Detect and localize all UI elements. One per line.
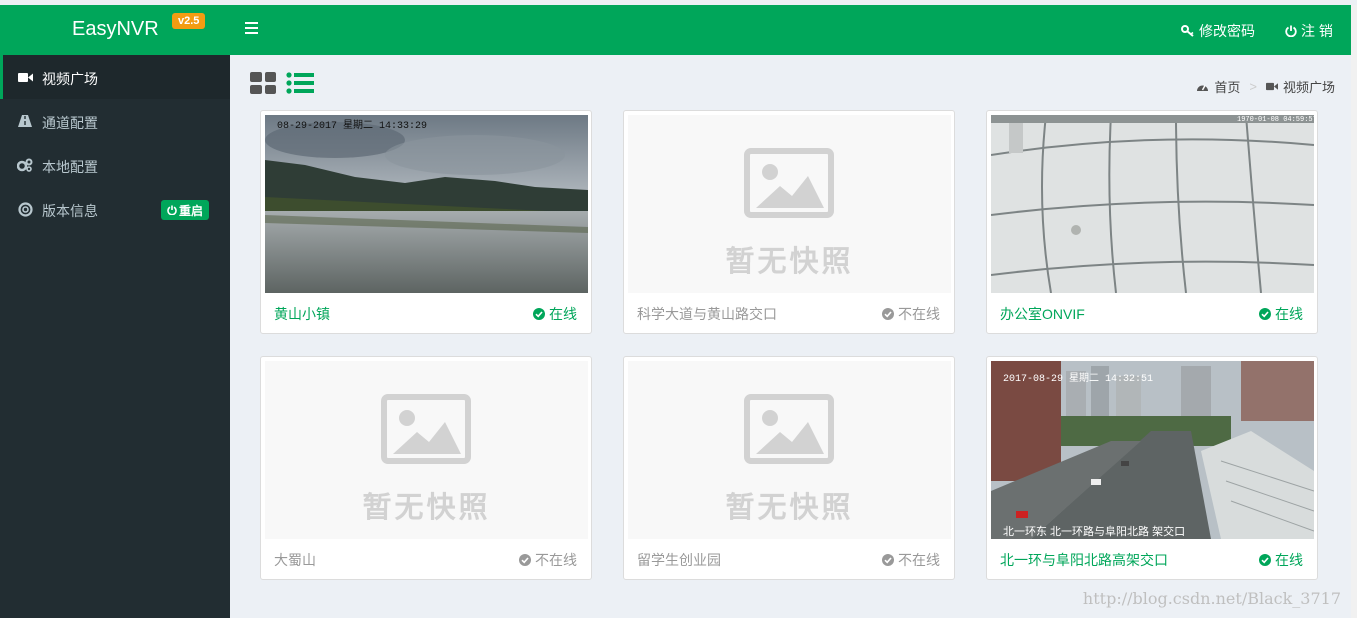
- snapshot-timestamp: 2017-08-29 星期二 14:32:51: [1003, 372, 1153, 385]
- power-icon: [167, 205, 177, 215]
- video-camera-icon: [17, 69, 33, 85]
- check-circle-icon: [882, 554, 894, 566]
- logout-label: 注 销: [1301, 23, 1333, 39]
- snapshot-placeholder[interactable]: 暂无快照: [265, 361, 588, 539]
- channel-name[interactable]: 办公室ONVIF: [1000, 304, 1085, 324]
- channel-card[interactable]: 08-29-2017 星期二 14:33:29 黄山小镇 在线: [260, 110, 592, 334]
- logo[interactable]: EasyNVR v2.5: [0, 5, 230, 55]
- channel-name[interactable]: 留学生创业园: [637, 550, 721, 570]
- sidebar-toggle-icon[interactable]: [245, 22, 258, 34]
- status-label: 不在线: [535, 552, 577, 568]
- video-camera-icon: [1265, 82, 1278, 91]
- sidebar-item-video-square[interactable]: 视频广场: [0, 55, 230, 99]
- image-placeholder-icon: [381, 394, 471, 464]
- top-navbar: 修改密码 注 销: [230, 5, 1351, 55]
- status-badge: 不在线: [882, 550, 940, 570]
- watermark: http://blog.csdn.net/Black_3717: [1082, 589, 1341, 608]
- key-icon: [1181, 25, 1194, 37]
- check-circle-icon: [533, 308, 545, 320]
- status-badge: 不在线: [882, 304, 940, 324]
- channel-name[interactable]: 科学大道与黄山路交口: [637, 304, 777, 324]
- brand-name: EasyNVR: [72, 18, 159, 40]
- sidebar-item-label: 通道配置: [42, 115, 98, 131]
- status-badge: 在线: [1259, 304, 1303, 324]
- breadcrumb: 首页 > 视频广场: [1196, 77, 1335, 96]
- channel-card[interactable]: 暂无快照 科学大道与黄山路交口 不在线: [623, 110, 955, 334]
- status-label: 在线: [1275, 306, 1303, 322]
- breadcrumb-home[interactable]: 首页: [1214, 77, 1240, 96]
- main-content: 首页 > 视频广场 08-29-2017 星期二 14:33:29 黄山小镇 在…: [230, 55, 1351, 618]
- snapshot-placeholder[interactable]: 暂无快照: [628, 115, 951, 293]
- road-icon: [17, 113, 33, 129]
- cogs-icon: [17, 157, 33, 173]
- check-circle-icon: [1259, 308, 1271, 320]
- status-badge: 在线: [533, 304, 577, 324]
- vertical-scrollbar[interactable]: [1351, 5, 1357, 618]
- snapshot-image[interactable]: 2017-08-29 星期二 14:32:51 北一环东 北一环路与阜阳北路 架…: [991, 361, 1314, 539]
- logout-link[interactable]: 注 销: [1285, 21, 1333, 41]
- status-label: 在线: [549, 306, 577, 322]
- status-label: 在线: [1275, 552, 1303, 568]
- no-snapshot-text: 暂无快照: [725, 492, 854, 524]
- channel-name[interactable]: 黄山小镇: [274, 304, 330, 324]
- no-snapshot-text: 暂无快照: [725, 246, 854, 278]
- no-snapshot-text: 暂无快照: [362, 492, 491, 524]
- power-icon: [1285, 25, 1297, 37]
- channel-name[interactable]: 大蜀山: [274, 550, 316, 570]
- sidebar-item-label: 视频广场: [42, 71, 98, 87]
- change-password-link[interactable]: 修改密码: [1181, 21, 1255, 41]
- sidebar-item-channel-config[interactable]: 通道配置: [0, 99, 230, 143]
- snapshot-image[interactable]: 08-29-2017 星期二 14:33:29: [265, 115, 588, 293]
- restart-label: 重启: [179, 203, 204, 218]
- channel-card[interactable]: 1970-01-08 04:59:57 办公室ONVIF 在线: [986, 110, 1318, 334]
- sidebar-item-version-info[interactable]: 版本信息 重启: [0, 187, 230, 231]
- grid-view-icon[interactable]: [250, 72, 276, 94]
- image-placeholder-icon: [744, 394, 834, 464]
- snapshot-placeholder[interactable]: 暂无快照: [628, 361, 951, 539]
- sidebar-item-label: 版本信息: [42, 203, 98, 219]
- channel-card[interactable]: 暂无快照 大蜀山 不在线: [260, 356, 592, 580]
- lifebuoy-icon: [17, 201, 33, 217]
- snapshot-image[interactable]: 1970-01-08 04:59:57: [991, 115, 1314, 293]
- check-circle-icon: [519, 554, 531, 566]
- version-badge: v2.5: [172, 13, 206, 29]
- channel-name[interactable]: 北一环与阜阳北路高架交口: [1000, 550, 1168, 570]
- check-circle-icon: [1259, 554, 1271, 566]
- breadcrumb-current: 视频广场: [1282, 80, 1335, 95]
- restart-button[interactable]: 重启: [161, 200, 210, 220]
- channel-card[interactable]: 2017-08-29 星期二 14:32:51 北一环东 北一环路与阜阳北路 架…: [986, 356, 1318, 580]
- sidebar-item-label: 本地配置: [42, 159, 98, 175]
- status-label: 不在线: [898, 552, 940, 568]
- status-badge: 在线: [1259, 550, 1303, 570]
- image-placeholder-icon: [744, 148, 834, 218]
- sidebar: EasyNVR v2.5 视频广场 通道配置 本地配置 版本信息 重启: [0, 5, 230, 618]
- status-label: 不在线: [898, 306, 940, 322]
- list-view-icon[interactable]: [286, 72, 314, 94]
- status-badge: 不在线: [519, 550, 577, 570]
- snapshot-timestamp: 08-29-2017 星期二 14:33:29: [277, 119, 427, 132]
- sidebar-item-local-config[interactable]: 本地配置: [0, 143, 230, 187]
- breadcrumb-separator: >: [1249, 79, 1257, 94]
- snapshot-location-overlay: 北一环东 北一环路与阜阳北路 架交口: [1003, 524, 1185, 538]
- channel-card[interactable]: 暂无快照 留学生创业园 不在线: [623, 356, 955, 580]
- snapshot-timestamp: 1970-01-08 04:59:57: [1237, 116, 1314, 124]
- dashboard-icon: [1197, 84, 1209, 91]
- check-circle-icon: [882, 308, 894, 320]
- change-password-label: 修改密码: [1199, 23, 1255, 39]
